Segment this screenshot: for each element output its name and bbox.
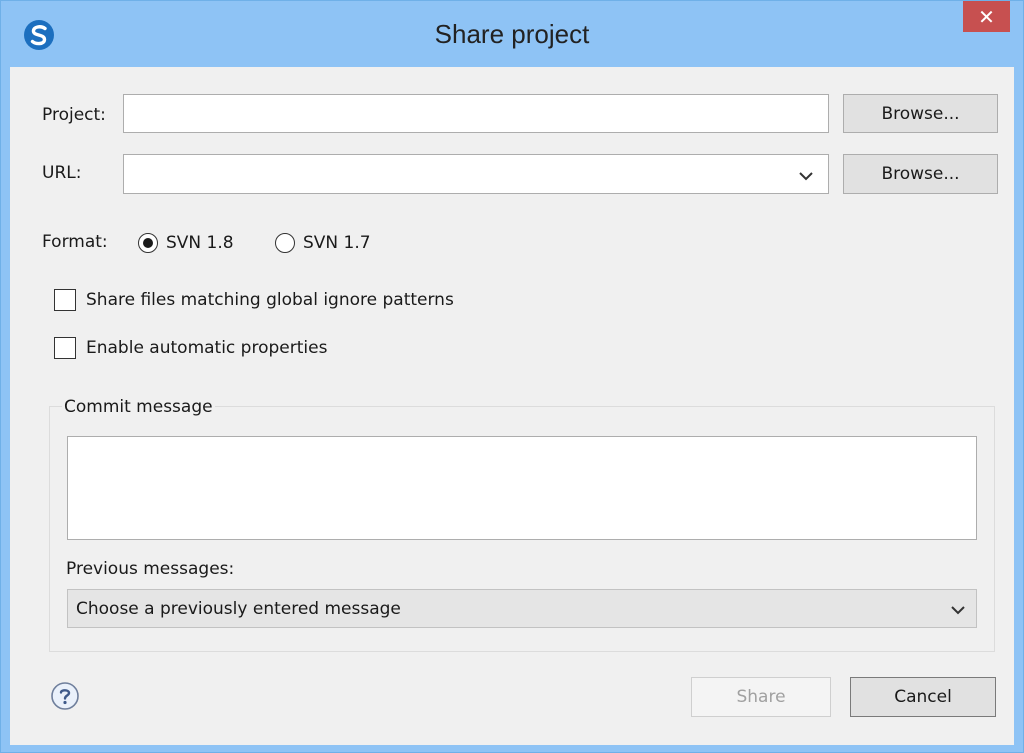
project-input[interactable] — [123, 94, 829, 133]
radio-selected-dot — [143, 238, 153, 248]
title-bar[interactable]: Share project ✕ — [1, 1, 1023, 67]
share-ignored-checkbox-row[interactable]: Share files matching global ignore patte… — [54, 289, 454, 311]
share-ignored-label: Share files matching global ignore patte… — [86, 290, 454, 310]
dialog-title: Share project — [434, 19, 590, 49]
share-button[interactable]: Share — [691, 677, 831, 717]
auto-props-label: Enable automatic properties — [86, 338, 328, 358]
radio-svn-18-indicator[interactable] — [138, 233, 158, 253]
radio-svn-18[interactable]: SVN 1.8 — [138, 233, 234, 253]
radio-svn-17-label: SVN 1.7 — [303, 233, 371, 253]
help-icon[interactable] — [50, 681, 80, 711]
chevron-down-icon[interactable] — [948, 600, 968, 620]
previous-messages-selected: Choose a previously entered message — [76, 599, 401, 619]
radio-svn-18-label: SVN 1.8 — [166, 233, 234, 253]
project-label: Project: — [42, 105, 106, 125]
cancel-button[interactable]: Cancel — [850, 677, 996, 717]
auto-props-checkbox[interactable] — [54, 337, 76, 359]
url-label: URL: — [42, 163, 82, 183]
format-label: Format: — [42, 232, 108, 252]
url-combobox[interactable] — [123, 154, 829, 194]
url-browse-button[interactable]: Browse... — [843, 154, 998, 194]
auto-props-checkbox-row[interactable]: Enable automatic properties — [54, 337, 327, 359]
share-project-dialog: Share project ✕ Project: Browse... URL: … — [0, 0, 1024, 753]
commit-message-group-title: Commit message — [62, 397, 215, 417]
radio-svn-17[interactable]: SVN 1.7 — [275, 233, 371, 253]
project-browse-button[interactable]: Browse... — [843, 94, 998, 133]
close-button[interactable]: ✕ — [963, 1, 1010, 32]
previous-messages-dropdown[interactable]: Choose a previously entered message — [67, 589, 977, 628]
previous-messages-label: Previous messages: — [66, 559, 235, 579]
dialog-body: Project: Browse... URL: Browse... Format… — [10, 67, 1014, 745]
chevron-down-icon[interactable] — [796, 166, 816, 186]
share-ignored-checkbox[interactable] — [54, 289, 76, 311]
close-icon: ✕ — [978, 4, 995, 29]
commit-message-textarea[interactable] — [67, 436, 977, 540]
radio-svn-17-indicator[interactable] — [275, 233, 295, 253]
